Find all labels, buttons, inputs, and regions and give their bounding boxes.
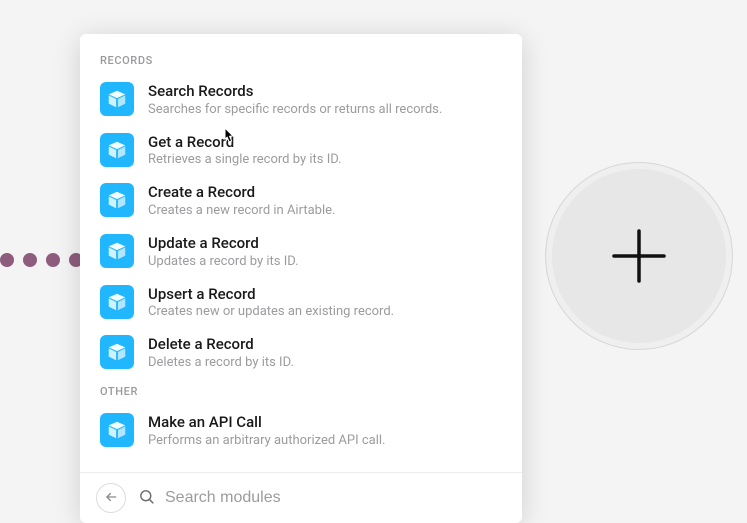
module-item-search-records[interactable]: Search Records Searches for specific rec… (80, 75, 522, 126)
section-header-records: RECORDS (80, 48, 522, 75)
module-title: Create a Record (148, 183, 502, 202)
panel-footer (80, 472, 522, 523)
airtable-icon (100, 234, 134, 268)
module-item-delete-record[interactable]: Delete a Record Deletes a record by its … (80, 328, 522, 379)
module-desc: Searches for specific records or returns… (148, 102, 502, 119)
airtable-icon (100, 413, 134, 447)
airtable-icon (100, 133, 134, 167)
back-button[interactable] (96, 483, 126, 513)
module-item-get-record[interactable]: Get a Record Retrieves a single record b… (80, 126, 522, 177)
module-title: Get a Record (148, 133, 502, 152)
module-desc: Creates a new record in Airtable. (148, 203, 502, 220)
search-input[interactable] (165, 489, 506, 507)
connector-dots (0, 253, 83, 267)
connector-dot (46, 253, 60, 267)
module-title: Search Records (148, 82, 502, 101)
module-item-api-call[interactable]: Make an API Call Performs an arbitrary a… (80, 406, 522, 457)
module-desc: Performs an arbitrary authorized API cal… (148, 433, 502, 450)
module-title: Upsert a Record (148, 285, 502, 304)
module-item-upsert-record[interactable]: Upsert a Record Creates new or updates a… (80, 278, 522, 329)
airtable-icon (100, 335, 134, 369)
module-title: Update a Record (148, 234, 502, 253)
module-desc: Updates a record by its ID. (148, 254, 502, 271)
module-desc: Retrieves a single record by its ID. (148, 152, 502, 169)
airtable-icon (100, 285, 134, 319)
module-title: Delete a Record (148, 335, 502, 354)
airtable-icon (100, 82, 134, 116)
module-title: Make an API Call (148, 413, 502, 432)
module-item-update-record[interactable]: Update a Record Updates a record by its … (80, 227, 522, 278)
module-list: RECORDS Search Records Searches for spec… (80, 34, 522, 472)
add-module-node[interactable] (545, 162, 733, 350)
module-item-create-record[interactable]: Create a Record Creates a new record in … (80, 176, 522, 227)
search-wrap (138, 488, 506, 509)
search-icon (138, 488, 155, 509)
arrow-left-icon (104, 489, 118, 508)
connector-dot (0, 253, 14, 267)
module-desc: Deletes a record by its ID. (148, 355, 502, 372)
module-desc: Creates new or updates an existing recor… (148, 304, 502, 321)
section-header-other: OTHER (80, 379, 522, 406)
airtable-icon (100, 183, 134, 217)
module-picker-panel: RECORDS Search Records Searches for spec… (80, 34, 522, 523)
plus-icon (604, 221, 674, 291)
connector-dot (23, 253, 37, 267)
